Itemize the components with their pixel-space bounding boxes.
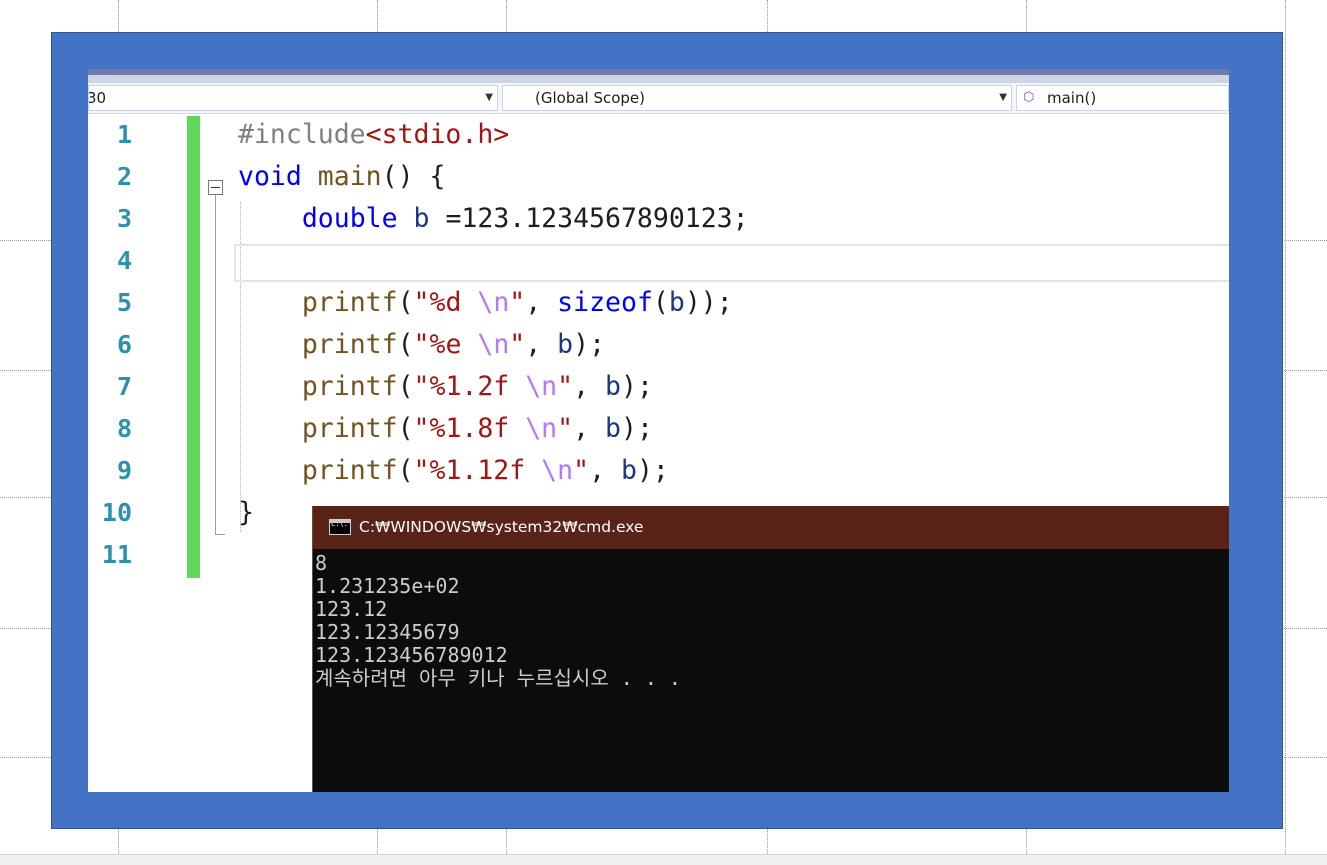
line-number: 3 bbox=[116, 204, 132, 233]
keyword: void bbox=[238, 161, 302, 192]
string-literal: "%1.8f bbox=[413, 413, 526, 444]
escape-sequence: \n bbox=[525, 413, 558, 444]
string-literal: " bbox=[557, 371, 574, 402]
cmd-icon-text: C:\. bbox=[331, 520, 348, 528]
scope-combo[interactable]: (Global Scope) ▼ bbox=[502, 85, 1012, 111]
outline-line bbox=[215, 195, 216, 535]
escape-sequence: \n bbox=[541, 455, 574, 486]
project-combo[interactable]: 30 ▼ bbox=[88, 85, 498, 111]
console-line: 123.12345679 bbox=[315, 620, 460, 644]
member-combo[interactable]: ⬡ main() bbox=[1016, 85, 1229, 111]
line-number: 2 bbox=[116, 162, 132, 191]
code-line-2: void main() { bbox=[238, 156, 445, 198]
tab-strip bbox=[88, 75, 1229, 83]
keyword: double bbox=[301, 203, 398, 234]
console-line: 1.231235e+02 bbox=[315, 574, 460, 598]
dropdown-arrow-icon[interactable]: ▼ bbox=[999, 86, 1007, 110]
code-line-10: } bbox=[238, 492, 254, 534]
line-number: 11 bbox=[101, 540, 132, 569]
preprocessor-directive: #include bbox=[238, 119, 366, 150]
navigation-bar: 30 ▼ (Global Scope) ▼ ⬡ main() bbox=[88, 83, 1229, 114]
code-line-7: printf("%1.2f \n", b); bbox=[301, 371, 653, 402]
escape-sequence: \n bbox=[525, 371, 558, 402]
ide-screenshot: 30 ▼ (Global Scope) ▼ ⬡ main() 1 2 3 4 5… bbox=[88, 69, 1229, 792]
console-titlebar[interactable]: C:\. C:₩WINDOWS₩system32₩cmd.exe bbox=[313, 506, 1229, 549]
console-line: 123.123456789012 bbox=[315, 643, 508, 667]
string-literal: " bbox=[573, 455, 590, 486]
variable: b bbox=[605, 413, 621, 444]
code-line-6: printf("%e \n", b); bbox=[301, 329, 606, 360]
escape-sequence: \n bbox=[477, 329, 510, 360]
console-line: 123.12 bbox=[315, 597, 388, 621]
code-line-5: printf("%d \n", sizeof(b)); bbox=[301, 287, 733, 318]
string-literal: "%d bbox=[413, 287, 478, 318]
keyword: sizeof bbox=[557, 287, 653, 318]
project-combo-label: 30 bbox=[88, 89, 107, 107]
variable: b bbox=[557, 329, 574, 360]
console-window[interactable]: C:\. C:₩WINDOWS₩system32₩cmd.exe 8 1.231… bbox=[312, 506, 1229, 792]
code-line-8: printf("%1.8f \n", b); bbox=[301, 413, 653, 444]
variable: b bbox=[413, 203, 430, 234]
include-path: <stdio.h> bbox=[365, 119, 510, 150]
variable: b bbox=[605, 371, 621, 402]
function-name: printf bbox=[301, 287, 398, 318]
change-tracking-bar bbox=[187, 116, 200, 578]
function-name: printf bbox=[301, 371, 398, 402]
line-number: 5 bbox=[116, 288, 132, 317]
variable: b bbox=[668, 287, 685, 318]
closing-brace: } bbox=[238, 497, 254, 528]
escape-sequence: \n bbox=[477, 287, 510, 318]
code-line-3: double b =123.1234567890123; bbox=[238, 198, 749, 240]
string-literal: "%1.12f bbox=[413, 455, 542, 486]
function-name: printf bbox=[301, 329, 398, 360]
code-line-1: #include<stdio.h> bbox=[238, 114, 509, 156]
line-number: 10 bbox=[101, 498, 132, 527]
function-name: main bbox=[317, 161, 382, 192]
string-literal: " bbox=[557, 413, 574, 444]
string-literal: " bbox=[509, 329, 526, 360]
outline-line-end bbox=[215, 534, 225, 535]
dropdown-arrow-icon[interactable]: ▼ bbox=[485, 86, 493, 110]
cmd-icon: C:\. bbox=[329, 519, 351, 535]
collapse-icon[interactable] bbox=[208, 180, 223, 195]
code-text: () { bbox=[381, 161, 446, 192]
console-output: 8 1.231235e+02 123.12 123.12345679 123.1… bbox=[315, 552, 1229, 690]
line-number: 7 bbox=[116, 372, 132, 401]
scope-combo-label: (Global Scope) bbox=[535, 89, 646, 107]
line-number: 4 bbox=[116, 246, 132, 275]
line-number: 9 bbox=[116, 456, 132, 485]
function-name: printf bbox=[301, 455, 398, 486]
code-line-9: printf("%1.12f \n", b); bbox=[301, 455, 669, 486]
guide-line bbox=[1285, 0, 1286, 864]
method-cube-icon: ⬡ bbox=[1023, 90, 1035, 105]
member-combo-label: main() bbox=[1047, 89, 1097, 107]
function-name: printf bbox=[301, 413, 398, 444]
string-literal: "%e bbox=[413, 329, 478, 360]
slide-bottom-strip bbox=[0, 854, 1327, 865]
variable: b bbox=[620, 455, 637, 486]
console-title: C:₩WINDOWS₩system32₩cmd.exe bbox=[359, 518, 644, 536]
line-number: 6 bbox=[116, 330, 132, 359]
line-number: 1 bbox=[116, 120, 132, 149]
console-line: 계속하려면 아무 키나 누르십시오 . . . bbox=[315, 666, 681, 690]
code-text: =123.1234567890123; bbox=[429, 203, 749, 234]
string-literal: " bbox=[509, 287, 526, 318]
console-line: 8 bbox=[315, 551, 328, 575]
string-literal: "%1.2f bbox=[413, 371, 526, 402]
current-line-highlight bbox=[234, 244, 1229, 282]
line-number: 8 bbox=[116, 414, 132, 443]
